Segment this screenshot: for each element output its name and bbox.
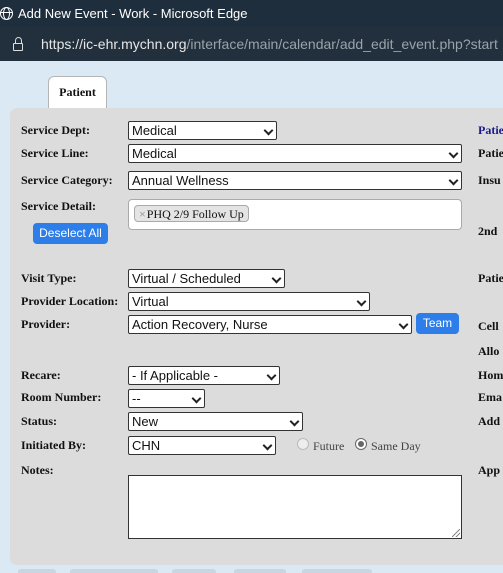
service-line-select[interactable]: Medical — [128, 144, 462, 163]
right-label-address: Add — [478, 414, 501, 428]
chevron-down-icon — [448, 148, 459, 159]
chevron-down-icon — [289, 416, 300, 427]
bottom-pill — [234, 569, 286, 573]
room-number-value: -- — [132, 391, 141, 406]
chevron-down-icon — [271, 273, 282, 284]
bottom-pill — [302, 569, 372, 573]
notes-textarea[interactable] — [128, 475, 462, 539]
right-label-allow: Allo — [478, 344, 500, 358]
right-label-patient-3: Patie — [478, 271, 503, 285]
window-title: Add New Event - Work - Microsoft Edge — [18, 6, 248, 21]
service-category-label: Service Category: — [21, 173, 113, 187]
notes-label: Notes: — [21, 463, 54, 477]
status-select[interactable]: New — [128, 412, 303, 431]
recare-select[interactable]: - If Applicable - — [128, 366, 280, 385]
chevron-down-icon — [262, 440, 273, 451]
service-line-label: Service Line: — [21, 146, 89, 160]
future-radio[interactable] — [297, 438, 309, 450]
provider-value: Action Recovery, Nurse — [132, 317, 268, 332]
lock-icon — [13, 37, 23, 51]
service-dept-value: Medical — [132, 123, 177, 138]
chevron-down-icon — [191, 393, 202, 404]
deselect-all-button[interactable]: Deselect All — [33, 223, 108, 244]
bottom-pill — [172, 569, 216, 573]
future-radio-label: Future — [313, 439, 345, 453]
service-dept-label: Service Dept: — [21, 123, 90, 137]
provider-select[interactable]: Action Recovery, Nurse — [128, 315, 412, 334]
right-label-email: Ema — [478, 390, 502, 404]
service-dept-select[interactable]: Medical — [128, 121, 277, 140]
chip-remove-icon[interactable]: × — [139, 207, 146, 221]
status-label: Status: — [21, 414, 58, 428]
url-path[interactable]: /interface/main/calendar/add_edit_event.… — [187, 36, 498, 52]
visit-type-select[interactable]: Virtual / Scheduled — [128, 269, 285, 288]
service-category-select[interactable]: Annual Wellness — [128, 171, 462, 190]
provider-location-value: Virtual — [132, 294, 169, 309]
initiated-by-label: Initiated By: — [21, 438, 87, 452]
right-label-2nd: 2nd — [478, 224, 498, 238]
service-detail-chip[interactable]: ×PHQ 2/9 Follow Up — [134, 205, 249, 222]
right-label-home: Hom — [478, 368, 503, 382]
right-label-patient: Patie — [478, 123, 503, 137]
chevron-down-icon — [398, 319, 409, 330]
bottom-pill — [70, 569, 158, 573]
url-host[interactable]: https://ic-ehr.mychn.org — [41, 36, 187, 52]
chevron-down-icon — [448, 175, 459, 186]
chevron-down-icon — [356, 296, 367, 307]
service-line-value: Medical — [132, 146, 177, 161]
recare-value: - If Applicable - — [132, 368, 218, 383]
room-number-label: Room Number: — [21, 390, 102, 404]
recare-label: Recare: — [21, 368, 61, 382]
chevron-down-icon — [266, 370, 277, 381]
provider-location-label: Provider Location: — [21, 294, 119, 308]
address-bar[interactable]: https://ic-ehr.mychn.org/interface/main/… — [0, 27, 503, 61]
same-day-radio[interactable] — [355, 438, 367, 450]
same-day-radio-label: Same Day — [371, 439, 421, 453]
status-value: New — [132, 414, 159, 429]
team-button[interactable]: Team — [416, 313, 459, 334]
bottom-pill — [18, 569, 56, 573]
service-detail-label: Service Detail: — [21, 199, 96, 213]
globe-icon — [0, 7, 13, 20]
provider-label: Provider: — [21, 317, 71, 331]
right-label-cell: Cell — [478, 319, 499, 333]
service-category-value: Annual Wellness — [132, 173, 229, 188]
right-label-insurance: Insu — [478, 173, 501, 187]
visit-type-label: Visit Type: — [21, 271, 77, 285]
initiated-by-select[interactable]: CHN — [128, 436, 276, 455]
window-title-bar: Add New Event - Work - Microsoft Edge — [0, 0, 503, 27]
visit-type-value: Virtual / Scheduled — [132, 271, 241, 286]
initiated-by-value: CHN — [132, 438, 161, 453]
room-number-select[interactable]: -- — [128, 389, 205, 408]
tab-patient[interactable]: Patient — [48, 76, 107, 109]
chevron-down-icon — [263, 125, 274, 136]
chip-label: PHQ 2/9 Follow Up — [146, 207, 244, 221]
service-detail-multiselect[interactable]: ×PHQ 2/9 Follow Up — [128, 199, 462, 230]
right-label-appt: App — [478, 463, 501, 477]
resize-grip-icon[interactable] — [452, 529, 460, 537]
provider-location-select[interactable]: Virtual — [128, 292, 370, 311]
right-label-patient-2: Patie — [478, 146, 503, 160]
